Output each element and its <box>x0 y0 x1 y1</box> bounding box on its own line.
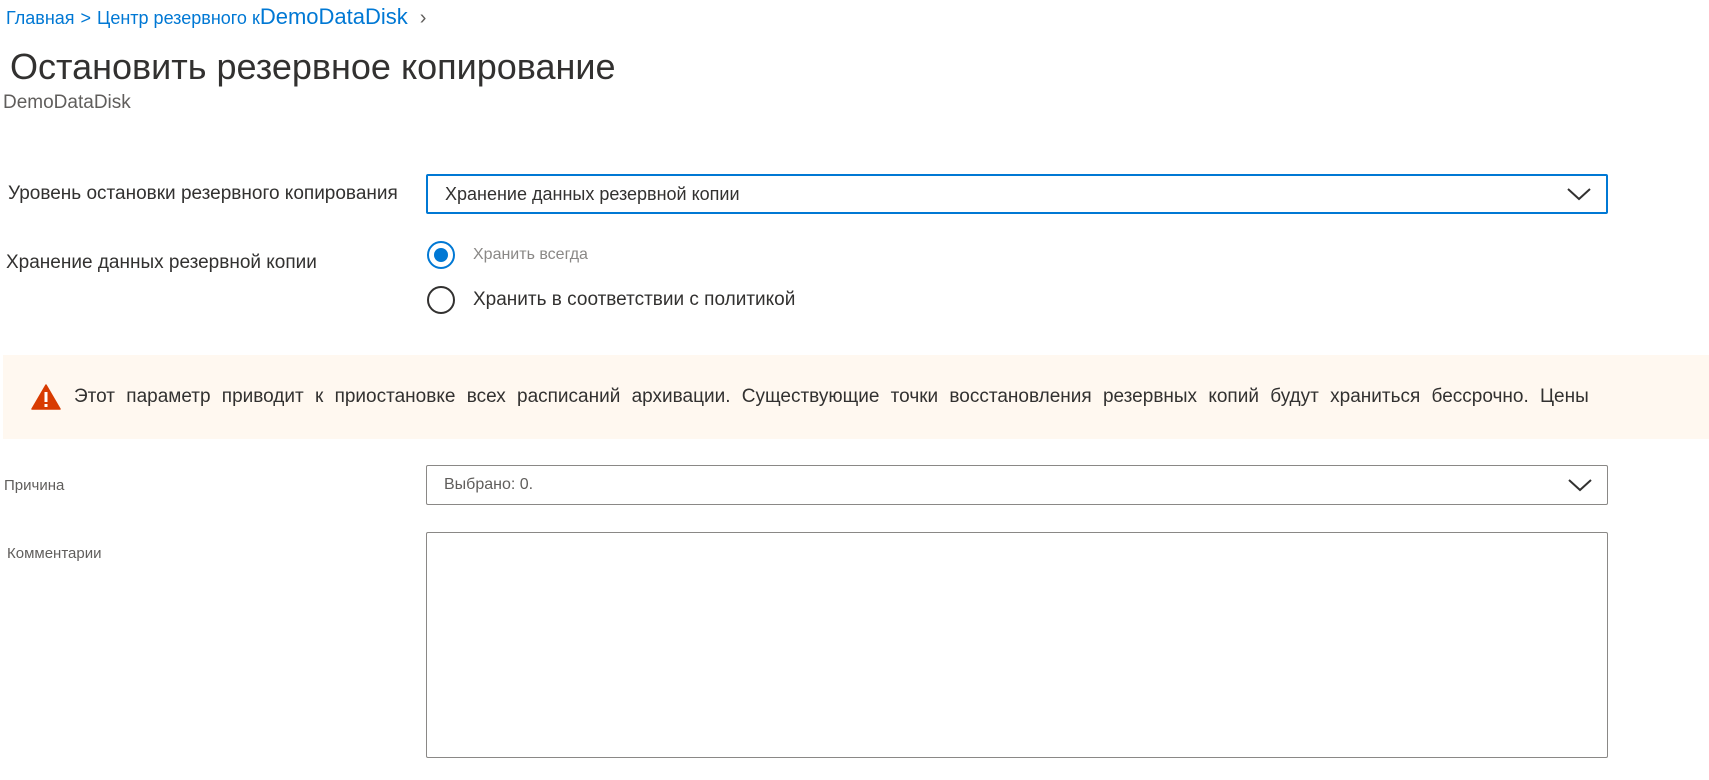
retention-label: Хранение данных резервной копии <box>6 252 317 273</box>
breadcrumb-current[interactable]: DemoDataDisk <box>260 4 408 30</box>
comments-textarea[interactable] <box>426 532 1608 758</box>
radio-retain-per-policy-label: Хранить в соответствии с политикой <box>473 289 796 310</box>
warning-text: Этот параметр приводит к приостановке вс… <box>74 386 1589 407</box>
page-subtitle: DemoDataDisk <box>3 92 131 113</box>
radio-retain-per-policy[interactable]: Хранить в соответствии с политикой <box>427 286 795 314</box>
reason-value: Выбрано: 0. <box>444 476 534 493</box>
warning-banner: Этот параметр приводит к приостановке вс… <box>3 355 1709 439</box>
chevron-down-icon <box>1567 477 1593 493</box>
radio-unchecked-icon[interactable] <box>427 286 455 314</box>
page-title: Остановить резервное копирование <box>10 46 616 87</box>
radio-checked-icon[interactable] <box>427 241 455 269</box>
stop-level-label: Уровень остановки резервного копирования <box>8 183 398 204</box>
radio-retain-forever-label: Хранить всегда <box>473 246 588 263</box>
breadcrumb-backup-center-link[interactable]: Центр резервного к <box>97 8 260 29</box>
breadcrumb-separator: > <box>80 8 92 28</box>
radio-retain-forever[interactable]: Хранить всегда <box>427 241 588 269</box>
reason-dropdown[interactable]: Выбрано: 0. <box>426 465 1608 505</box>
stop-level-value: Хранение данных резервной копии <box>445 183 740 204</box>
breadcrumb-chevron-icon: › <box>419 7 427 29</box>
comments-label: Комментарии <box>7 545 102 562</box>
reason-label: Причина <box>4 477 65 494</box>
chevron-down-icon <box>1566 186 1592 202</box>
breadcrumb: Главная > Центр резервного к DemoDataDis… <box>6 4 426 30</box>
stop-level-dropdown[interactable]: Хранение данных резервной копии <box>426 174 1608 214</box>
warning-icon <box>31 384 61 410</box>
breadcrumb-home-link[interactable]: Главная <box>6 8 75 29</box>
